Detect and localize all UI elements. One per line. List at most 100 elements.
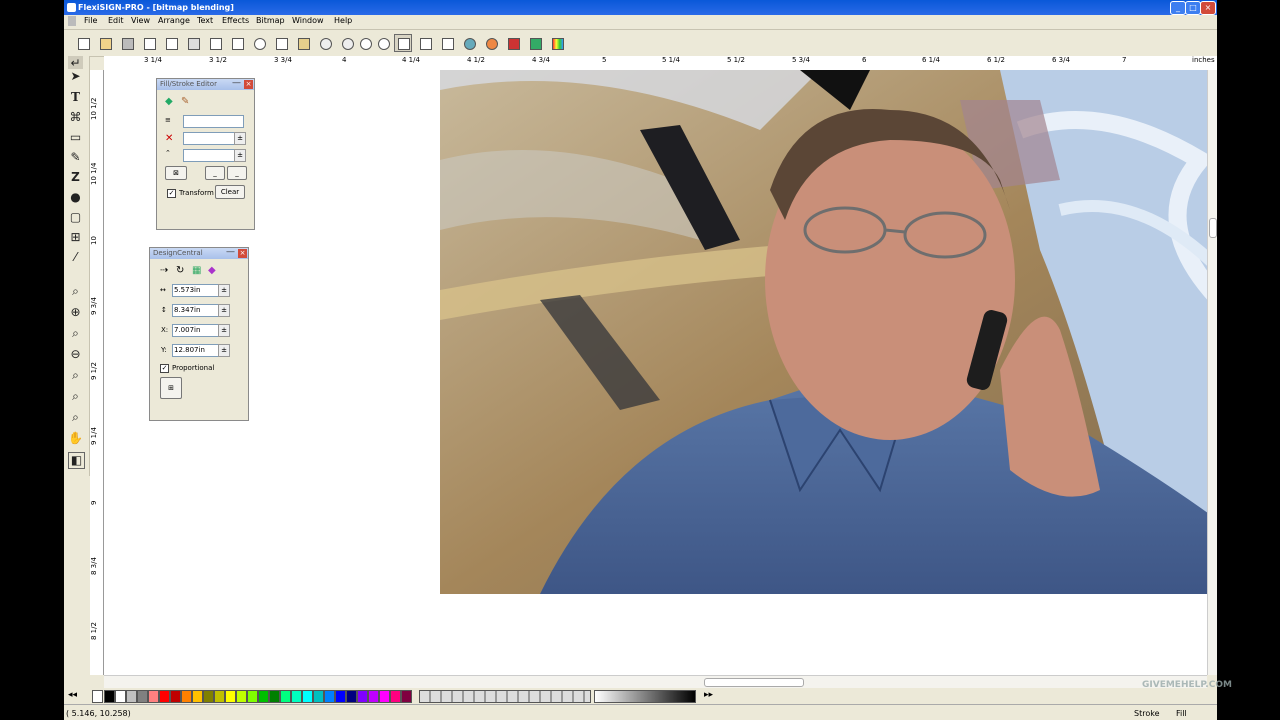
height-field[interactable]: 8.347in — [172, 304, 219, 317]
horizontal-scroll-thumb[interactable] — [704, 678, 804, 687]
select-tool-icon[interactable]: ➤ — [68, 69, 83, 84]
minimize-button[interactable]: _ — [1170, 1, 1186, 15]
palette-swatch[interactable] — [302, 690, 313, 703]
outline-tool-icon[interactable]: ▢ — [68, 210, 83, 225]
zoom-fit-icon[interactable]: ⌕ — [68, 326, 83, 341]
design-canvas[interactable] — [104, 70, 1217, 675]
line-cap-button[interactable]: _ — [205, 166, 225, 180]
clear-button[interactable]: Clear — [215, 185, 245, 199]
open-button[interactable] — [96, 34, 114, 52]
import-button[interactable] — [140, 34, 158, 52]
palette-swatch[interactable] — [269, 690, 280, 703]
palette-swatch[interactable] — [280, 690, 291, 703]
paste-button[interactable] — [294, 34, 312, 52]
special-swatches[interactable] — [419, 690, 591, 703]
print-button[interactable] — [184, 34, 202, 52]
palette-swatch[interactable] — [214, 690, 225, 703]
new-button[interactable] — [74, 34, 92, 52]
palette-swatch[interactable] — [137, 690, 148, 703]
color-mode-icon[interactable]: ◧ — [68, 452, 85, 469]
palette-swatch[interactable] — [170, 690, 181, 703]
palette-swatch[interactable] — [104, 690, 115, 703]
undo-button[interactable] — [356, 34, 374, 52]
panel-minimize-button[interactable]: — — [226, 248, 235, 258]
palette-swatch[interactable] — [291, 690, 302, 703]
proportional-checkbox[interactable]: ✓ — [160, 364, 169, 373]
menu-edit[interactable]: Edit — [108, 16, 124, 25]
redo-list-button[interactable] — [338, 34, 356, 52]
miter-spinner[interactable]: ± — [234, 149, 246, 162]
vertical-scroll-thumb[interactable] — [1209, 218, 1217, 238]
zoom-previous-icon[interactable]: ⌕ — [68, 368, 83, 383]
stroke-width-field[interactable] — [183, 132, 236, 145]
menu-file[interactable]: File — [84, 16, 97, 25]
measure-tool-icon[interactable]: ⊞ — [68, 230, 83, 245]
palette-scroll-left-icon[interactable]: ◂◂ — [68, 690, 77, 700]
color-tab-icon[interactable]: ◆ — [208, 265, 216, 276]
copy-button[interactable] — [272, 34, 290, 52]
palette-swatch[interactable] — [247, 690, 258, 703]
menu-arrange[interactable]: Arrange — [158, 16, 190, 25]
panel-close-button[interactable]: × — [244, 80, 253, 89]
palette-swatch[interactable] — [401, 690, 412, 703]
palette-swatch[interactable] — [346, 690, 357, 703]
palette-swatch[interactable] — [192, 690, 203, 703]
line-style-select[interactable] — [183, 115, 244, 128]
zoom-page-icon[interactable]: ⌕ — [68, 389, 83, 404]
transform-checkbox[interactable]: ✓ — [167, 189, 176, 198]
text-tool-icon[interactable]: T — [68, 90, 83, 105]
palette-swatch[interactable] — [148, 690, 159, 703]
stroke-width-spinner[interactable]: ± — [234, 132, 246, 145]
palette-swatch[interactable] — [181, 690, 192, 703]
shape-edit-tool-icon[interactable]: ⌘ — [68, 110, 83, 125]
zoom-out-icon[interactable]: ⊖ — [68, 347, 83, 362]
save-button[interactable] — [118, 34, 136, 52]
pan-tool-icon[interactable]: ✋ — [68, 431, 83, 446]
move-tab-icon[interactable]: ⇢ — [160, 265, 168, 276]
distort-tool-icon[interactable]: Z — [68, 170, 83, 185]
panel-minimize-button[interactable]: — — [232, 79, 241, 89]
palette-swatch[interactable] — [225, 690, 236, 703]
rotate-tab-icon[interactable]: ↻ — [176, 265, 184, 276]
fill-tab-icon[interactable]: ▦ — [192, 265, 201, 276]
palette-swatch[interactable] — [335, 690, 346, 703]
cut-button[interactable] — [250, 34, 268, 52]
menu-window[interactable]: Window — [292, 16, 324, 25]
rectangle-tool-icon[interactable]: ▭ — [68, 130, 83, 145]
y-position-field[interactable]: 12.807in — [172, 344, 219, 357]
x-position-field[interactable]: 7.007in — [172, 324, 219, 337]
production-manager-button[interactable] — [228, 34, 246, 52]
bitmap-image[interactable] — [440, 70, 1217, 594]
menu-view[interactable]: View — [131, 16, 150, 25]
miter-field[interactable] — [183, 149, 236, 162]
view-mode-button[interactable] — [394, 34, 412, 52]
stroke-style-button[interactable]: ⊠ — [165, 166, 187, 180]
zoom-in-icon[interactable]: ⊕ — [68, 305, 83, 320]
rainbow-button[interactable] — [548, 34, 566, 52]
palette-swatch[interactable] — [203, 690, 214, 703]
y-position-spinner[interactable]: ± — [218, 344, 230, 357]
fill-tool-icon[interactable]: ● — [68, 190, 83, 205]
ruler-origin-icon[interactable]: ↵ — [68, 56, 83, 70]
menu-help[interactable]: Help — [334, 16, 352, 25]
zoom-tool-icon[interactable]: ⌕ — [68, 284, 83, 299]
palette-swatch[interactable] — [159, 690, 170, 703]
cut-vinyl-button[interactable] — [206, 34, 224, 52]
palette-swatch[interactable] — [313, 690, 324, 703]
export-button[interactable] — [162, 34, 180, 52]
color-wheel-button[interactable] — [460, 34, 478, 52]
swatch-button[interactable] — [504, 34, 522, 52]
width-field[interactable]: 5.573in — [172, 284, 219, 297]
vertical-scrollbar[interactable] — [1207, 70, 1217, 675]
maximize-button[interactable]: □ — [1185, 1, 1201, 15]
palette-swatch[interactable] — [379, 690, 390, 703]
menu-text[interactable]: Text — [197, 16, 213, 25]
palette-swatch[interactable] — [368, 690, 379, 703]
width-spinner[interactable]: ± — [218, 284, 230, 297]
color-picker-button[interactable] — [526, 34, 544, 52]
menu-effects[interactable]: Effects — [222, 16, 249, 25]
redo-button[interactable] — [374, 34, 392, 52]
palette-swatch[interactable] — [357, 690, 368, 703]
undo-list-button[interactable] — [316, 34, 334, 52]
stroke-pen-icon[interactable]: ✎ — [181, 96, 189, 107]
